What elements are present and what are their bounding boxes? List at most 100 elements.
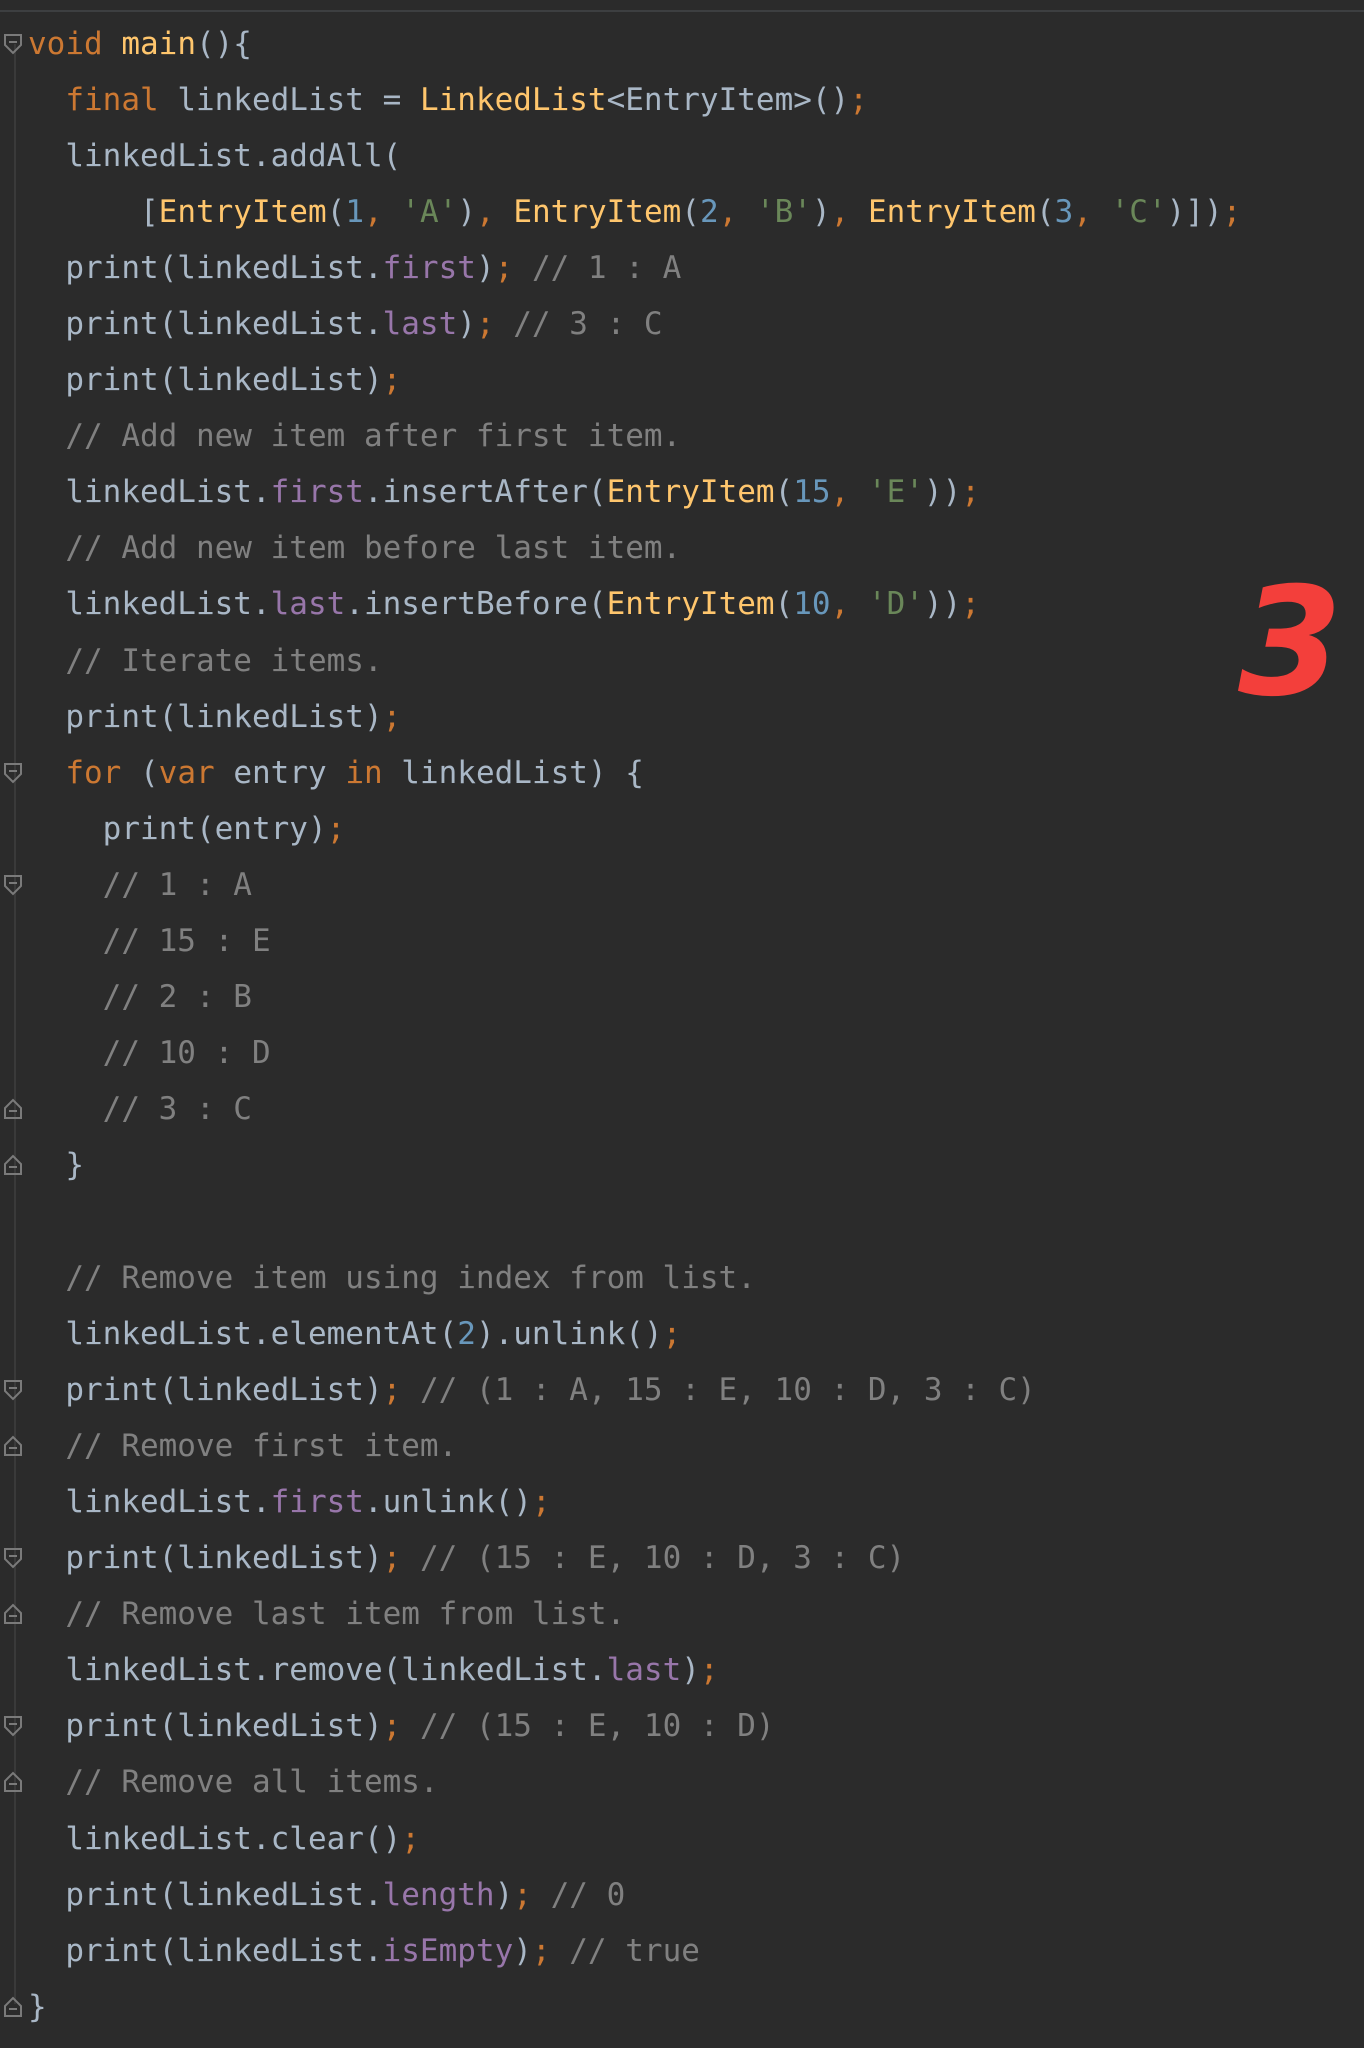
code-line-text: print(linkedList.isEmpty); // true [28, 1923, 700, 1979]
fold-collapse-icon[interactable] [3, 1715, 23, 1737]
code-token: ) [681, 1652, 700, 1689]
fold-end-icon[interactable] [3, 1435, 23, 1457]
code-token: // Add new item before last item. [28, 530, 682, 567]
code-line[interactable]: linkedList.elementAt(2).unlink(); [0, 1306, 1364, 1362]
code-token: ; [513, 1876, 532, 1913]
code-line[interactable]: // 1 : A [0, 857, 1364, 913]
code-editor[interactable]: void main(){ final linkedList = LinkedLi… [0, 16, 1364, 2035]
code-line[interactable]: linkedList.clear(); [0, 1811, 1364, 1867]
code-token: ; [699, 1652, 719, 1689]
fold-end-icon[interactable] [3, 1771, 23, 1793]
code-line-text: print(linkedList.first); // 1 : A [28, 240, 681, 296]
code-line[interactable]: linkedList.remove(linkedList.last); [0, 1642, 1364, 1698]
code-token: 15 [793, 474, 831, 511]
code-line[interactable]: // 15 : E [0, 913, 1364, 969]
fold-end-icon[interactable] [3, 1996, 23, 2018]
code-line[interactable]: print(linkedList.last); // 3 : C [0, 296, 1364, 352]
code-token: linkedList. [28, 474, 271, 511]
fold-end-icon[interactable] [3, 1098, 23, 1120]
code-token: ( [326, 193, 346, 230]
code-line[interactable]: // Add new item after first item. [0, 408, 1364, 464]
code-token: , [830, 474, 868, 511]
code-token: // (15 : E, 10 : D) [401, 1708, 775, 1745]
code-token: ; [401, 1820, 420, 1857]
code-token: last [270, 586, 346, 623]
fold-collapse-icon[interactable] [3, 1379, 23, 1401]
code-token: )) [923, 586, 962, 623]
code-line[interactable]: print(linkedList.first); // 1 : A [0, 240, 1364, 296]
code-line[interactable]: print(linkedList.length); // 0 [0, 1867, 1364, 1923]
code-token: EntryItem [513, 193, 682, 230]
code-line[interactable]: print(entry); [0, 801, 1364, 857]
code-token: [ [28, 193, 159, 230]
code-line[interactable]: linkedList.addAll( [0, 128, 1364, 184]
code-line[interactable]: void main(){ [0, 16, 1364, 72]
fold-end-icon[interactable] [3, 1154, 23, 1176]
code-line[interactable]: print(linkedList); [0, 689, 1364, 745]
code-token: // Remove item using index from list. [28, 1259, 756, 1296]
code-token: print(linkedList. [28, 249, 383, 286]
code-line[interactable]: // Iterate items. [0, 633, 1364, 689]
code-line[interactable]: print(linkedList); // (15 : E, 10 : D, 3… [0, 1530, 1364, 1586]
code-token: <EntryItem>() [606, 81, 850, 118]
code-token: first [382, 249, 476, 286]
code-token: ) [811, 193, 831, 230]
fold-end-icon[interactable] [3, 1603, 23, 1625]
fold-collapse-icon[interactable] [3, 33, 23, 55]
code-line-text: // Add new item after first item. [28, 408, 681, 464]
code-line-text: print(linkedList); [28, 689, 401, 745]
code-line[interactable]: print(linkedList.isEmpty); // true [0, 1923, 1364, 1979]
code-line[interactable]: } [0, 1979, 1364, 2035]
code-line[interactable]: print(linkedList); [0, 352, 1364, 408]
code-token: // 1 : A [28, 866, 252, 903]
code-token: for [65, 754, 122, 791]
code-line-text: print(linkedList); // (15 : E, 10 : D, 3… [28, 1530, 905, 1586]
code-line-text: print(linkedList); // (1 : A, 15 : E, 10… [28, 1362, 1036, 1418]
code-token: .insertAfter( [363, 474, 607, 511]
code-line[interactable]: // Remove all items. [0, 1754, 1364, 1810]
code-line-text: // Remove last item from list. [28, 1586, 625, 1642]
code-line[interactable]: // 3 : C [0, 1081, 1364, 1137]
code-line[interactable]: [EntryItem(1, 'A'), EntryItem(2, 'B'), E… [0, 184, 1364, 240]
code-line[interactable]: // Add new item before last item. [0, 520, 1364, 576]
code-line[interactable] [0, 1193, 1364, 1249]
code-token: , [1073, 193, 1111, 230]
code-line[interactable]: linkedList.last.insertBefore(EntryItem(1… [0, 576, 1364, 632]
code-token: ; [382, 1540, 402, 1577]
code-line[interactable]: for (var entry in linkedList) { [0, 745, 1364, 801]
code-token: void [28, 25, 103, 62]
code-token: ) [494, 1876, 514, 1913]
code-token: print(linkedList) [28, 1540, 383, 1577]
fold-collapse-icon[interactable] [3, 1547, 23, 1569]
code-line[interactable]: // Remove first item. [0, 1418, 1364, 1474]
code-line[interactable]: linkedList.first.unlink(); [0, 1474, 1364, 1530]
code-token: // Add new item after first item. [28, 418, 682, 455]
code-token: EntryItem [606, 474, 775, 511]
code-line-text: } [28, 1137, 84, 1193]
code-line-text: print(linkedList); // (15 : E, 10 : D) [28, 1698, 775, 1754]
code-token: linkedList.remove(linkedList. [28, 1652, 607, 1689]
code-line[interactable]: linkedList.first.insertAfter(EntryItem(1… [0, 464, 1364, 520]
code-token: // Remove first item. [28, 1427, 458, 1464]
code-line[interactable]: // Remove last item from list. [0, 1586, 1364, 1642]
slide-number-badge: 3 [1238, 556, 1343, 730]
code-token: linkedList.elementAt( [28, 1315, 458, 1352]
code-line-text: linkedList.first.insertAfter(EntryItem(1… [28, 464, 980, 520]
code-line-text: print(linkedList.last); // 3 : C [28, 296, 662, 352]
code-token: linkedList.addAll( [28, 137, 402, 174]
code-token: // 1 : A [513, 249, 682, 286]
code-line[interactable]: print(linkedList); // (15 : E, 10 : D) [0, 1698, 1364, 1754]
code-line[interactable]: // 2 : B [0, 969, 1364, 1025]
code-line[interactable]: } [0, 1137, 1364, 1193]
code-line[interactable]: final linkedList = LinkedList<EntryItem>… [0, 72, 1364, 128]
code-line-text: // 15 : E [28, 913, 271, 969]
code-token: // (15 : E, 10 : D, 3 : C) [401, 1540, 906, 1577]
fold-collapse-icon[interactable] [3, 762, 23, 784]
code-token: // true [550, 1932, 700, 1969]
code-line[interactable]: print(linkedList); // (1 : A, 15 : E, 10… [0, 1362, 1364, 1418]
code-line[interactable]: // 10 : D [0, 1025, 1364, 1081]
fold-collapse-icon[interactable] [3, 874, 23, 896]
code-line[interactable]: // Remove item using index from list. [0, 1250, 1364, 1306]
code-token: , [830, 586, 868, 623]
code-line-text: // Iterate items. [28, 633, 382, 689]
